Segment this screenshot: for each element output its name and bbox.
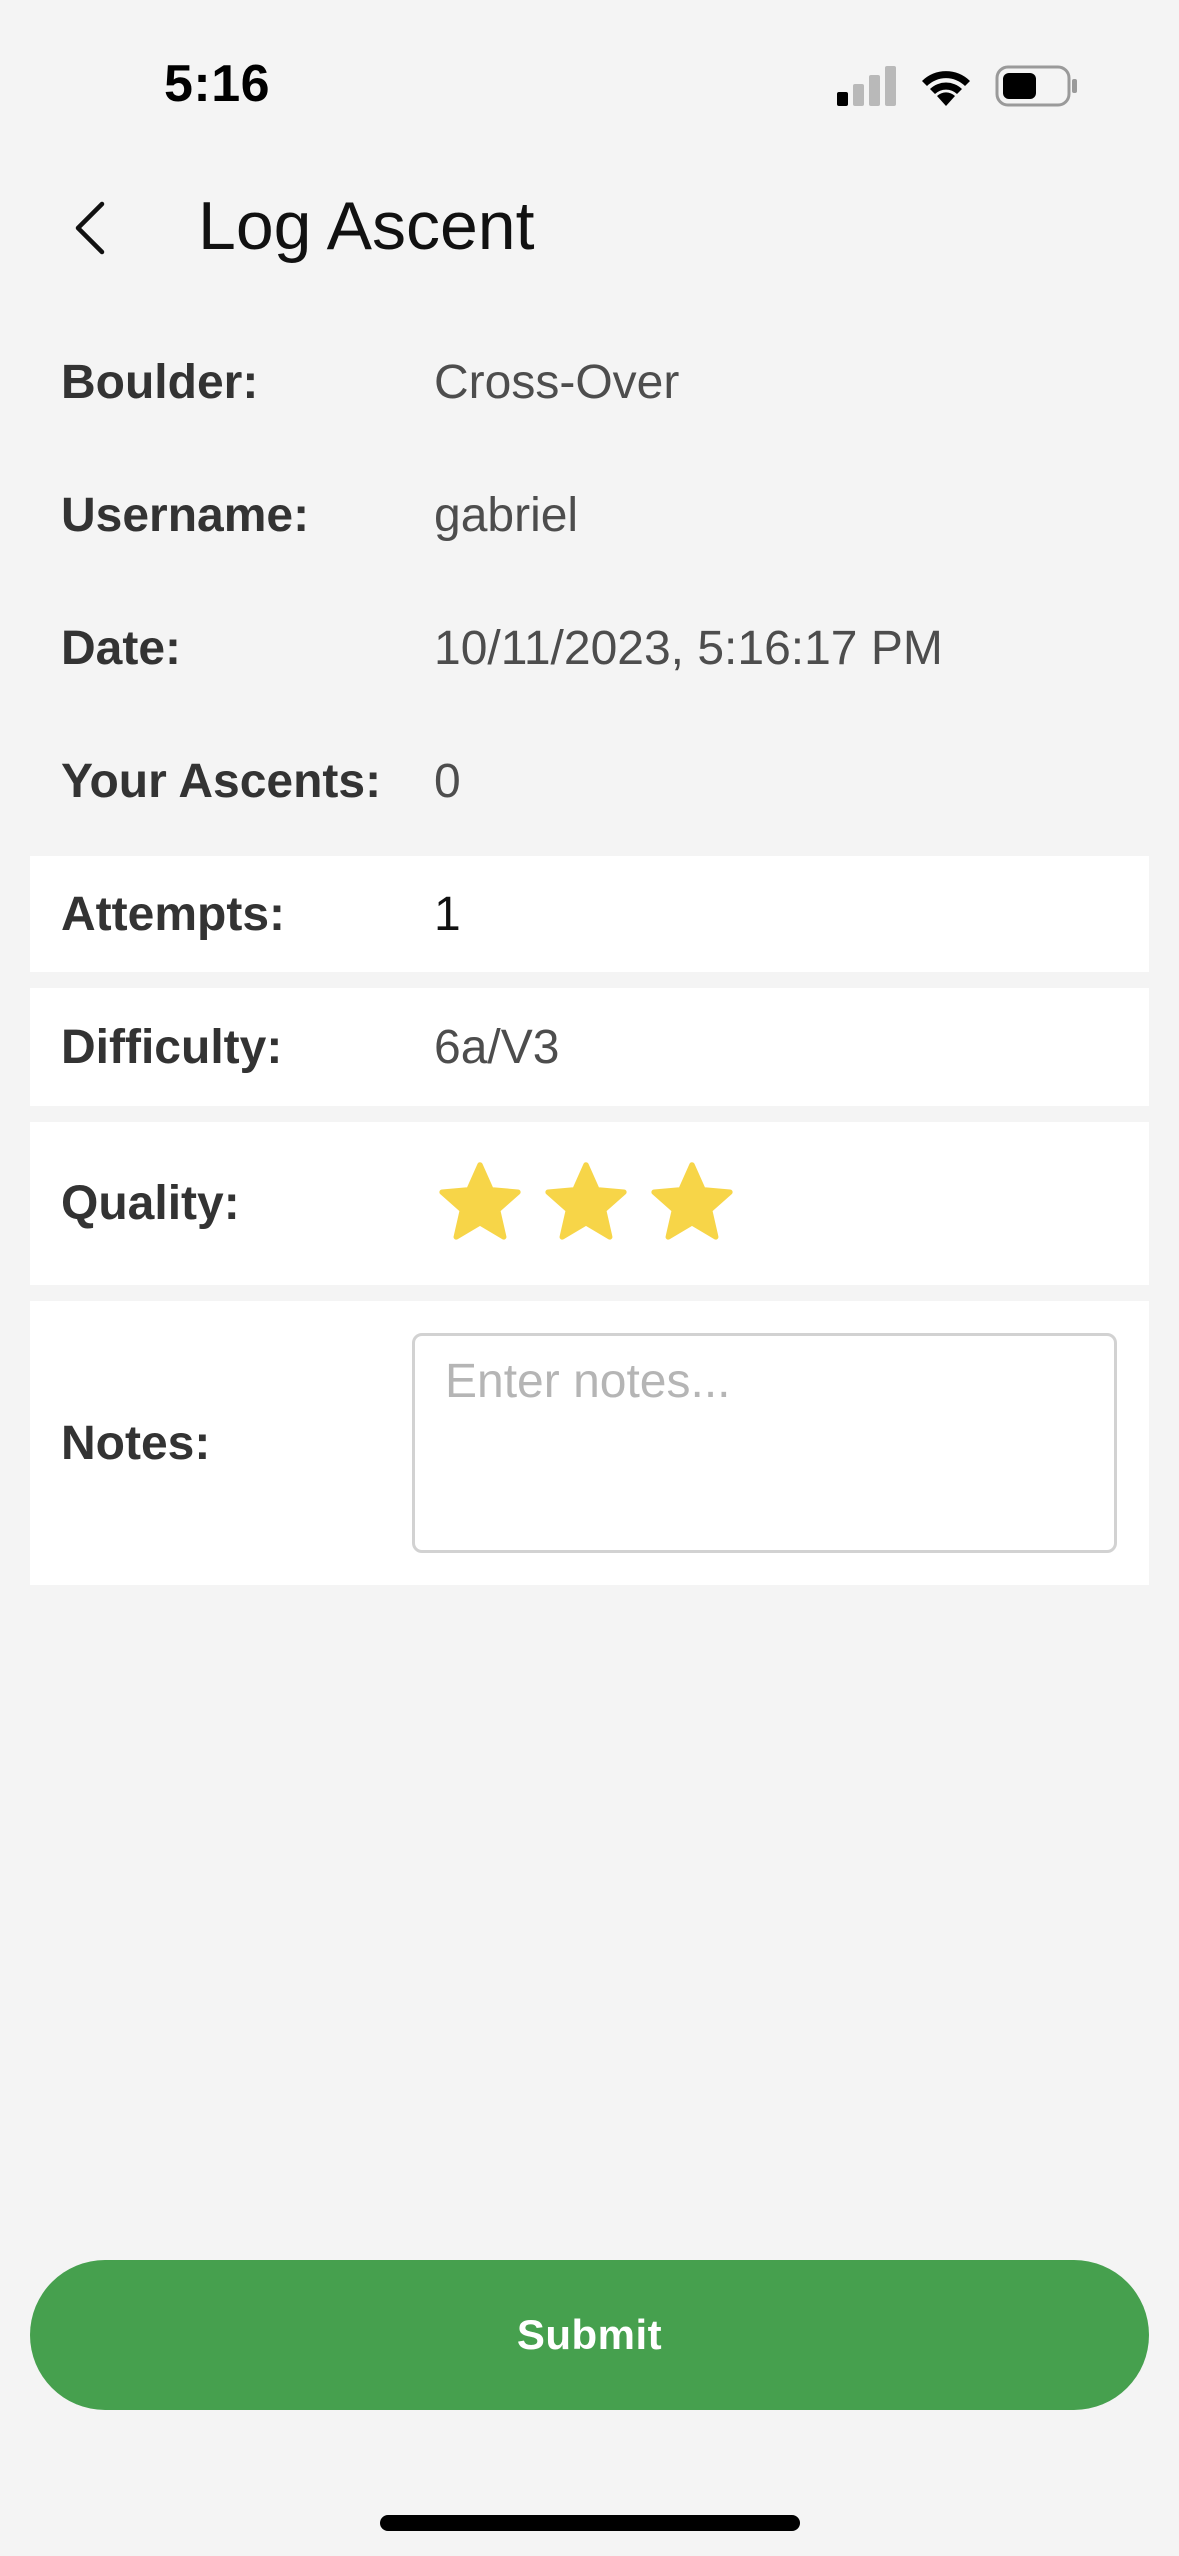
date-row: Date: 10/11/2023, 5:16:17 PM [0,588,1179,708]
difficulty-row[interactable]: Difficulty: 6a/V3 [30,988,1149,1106]
back-button[interactable] [50,178,130,278]
boulder-row: Boulder: Cross-Over [0,322,1179,442]
page-title: Log Ascent [198,188,535,264]
attempts-row[interactable]: Attempts: 1 [30,856,1149,972]
wifi-icon [922,71,970,106]
difficulty-label: Difficulty: [61,1020,283,1074]
battery-icon [995,65,1077,107]
username-label: Username: [61,488,310,542]
username-row: Username: gabriel [0,455,1179,575]
ascents-label: Your Ascents: [61,754,382,808]
ascents-value: 0 [434,754,461,808]
submit-button[interactable]: Submit [30,2260,1149,2410]
star-icon[interactable] [434,1158,526,1250]
quality-stars [434,1158,738,1250]
ascents-row: Your Ascents: 0 [0,721,1179,841]
date-value: 10/11/2023, 5:16:17 PM [434,621,943,675]
quality-label: Quality: [61,1177,240,1230]
difficulty-picker[interactable]: 6a/V3 [434,1020,559,1075]
quality-row: Quality: [30,1122,1149,1285]
boulder-value: Cross-Over [434,355,680,409]
home-indicator [380,2515,800,2531]
star-icon[interactable] [646,1158,738,1250]
star-icon[interactable] [540,1158,632,1250]
notes-label: Notes: [61,1416,211,1470]
attempts-label: Attempts: [61,887,285,941]
signal-icon [837,66,896,106]
back-chevron-icon [75,201,105,255]
boulder-label: Boulder: [61,355,259,409]
status-time: 5:16 [164,55,271,113]
date-label: Date: [61,621,182,675]
notes-input[interactable]: Enter notes... [412,1333,1117,1553]
status-icons [837,62,1079,110]
attempts-input[interactable]: 1 [434,887,461,942]
username-value: gabriel [434,488,579,542]
